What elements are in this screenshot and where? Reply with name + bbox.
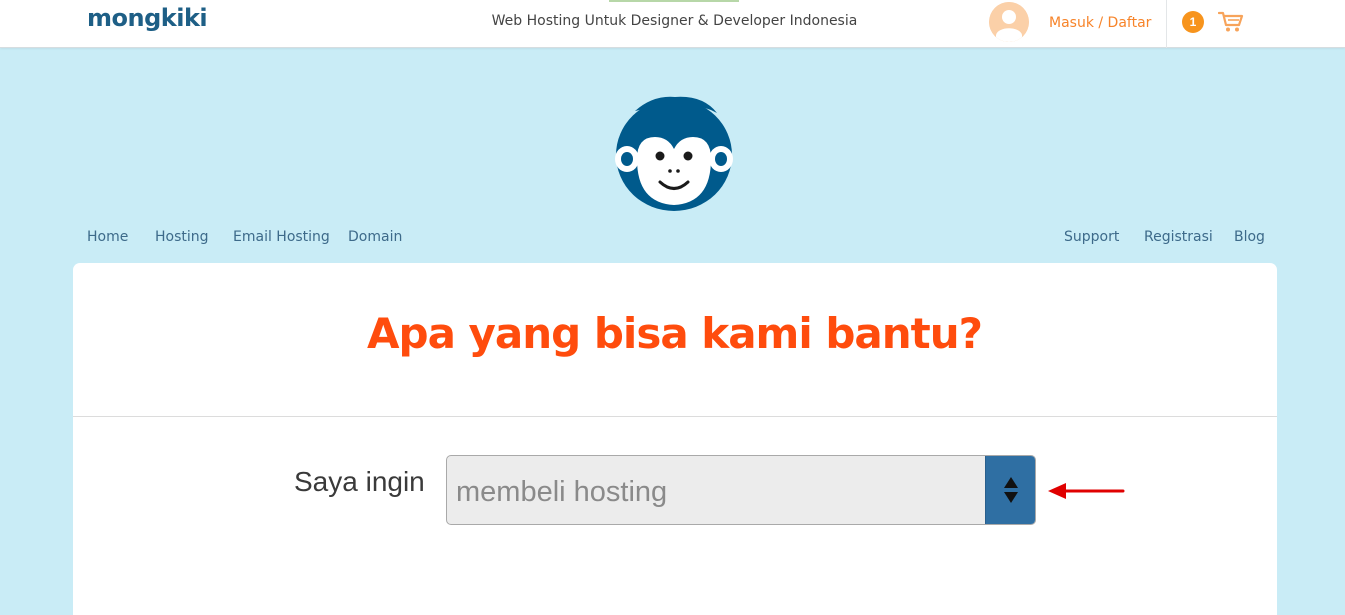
nav-support[interactable]: Support <box>1064 229 1119 245</box>
nav-blog[interactable]: Blog <box>1234 229 1265 245</box>
card-title: Apa yang bisa kami bantu? <box>367 309 983 358</box>
nav-email-hosting[interactable]: Email Hosting <box>233 229 330 245</box>
nav-registrasi[interactable]: Registrasi <box>1144 229 1213 245</box>
nav-hosting[interactable]: Hosting <box>155 229 209 245</box>
progress-indicator <box>609 0 739 2</box>
red-arrow-icon <box>1046 481 1126 501</box>
header-divider <box>1166 0 1167 48</box>
login-register-link[interactable]: Masuk / Daftar <box>1049 15 1151 31</box>
user-avatar-icon[interactable] <box>989 2 1029 42</box>
shopping-cart-icon[interactable] <box>1217 11 1244 33</box>
up-down-arrows-icon[interactable] <box>985 456 1035 524</box>
monkey-mascot-icon <box>613 93 735 213</box>
cart-count-badge[interactable]: 1 <box>1182 11 1204 33</box>
card-divider <box>73 416 1277 417</box>
nav-domain[interactable]: Domain <box>348 229 402 245</box>
intent-select[interactable]: membeli hosting <box>446 455 1036 525</box>
intent-label: Saya ingin <box>294 466 425 497</box>
select-current-value[interactable]: membeli hosting <box>456 476 667 509</box>
nav-home[interactable]: Home <box>87 229 128 245</box>
